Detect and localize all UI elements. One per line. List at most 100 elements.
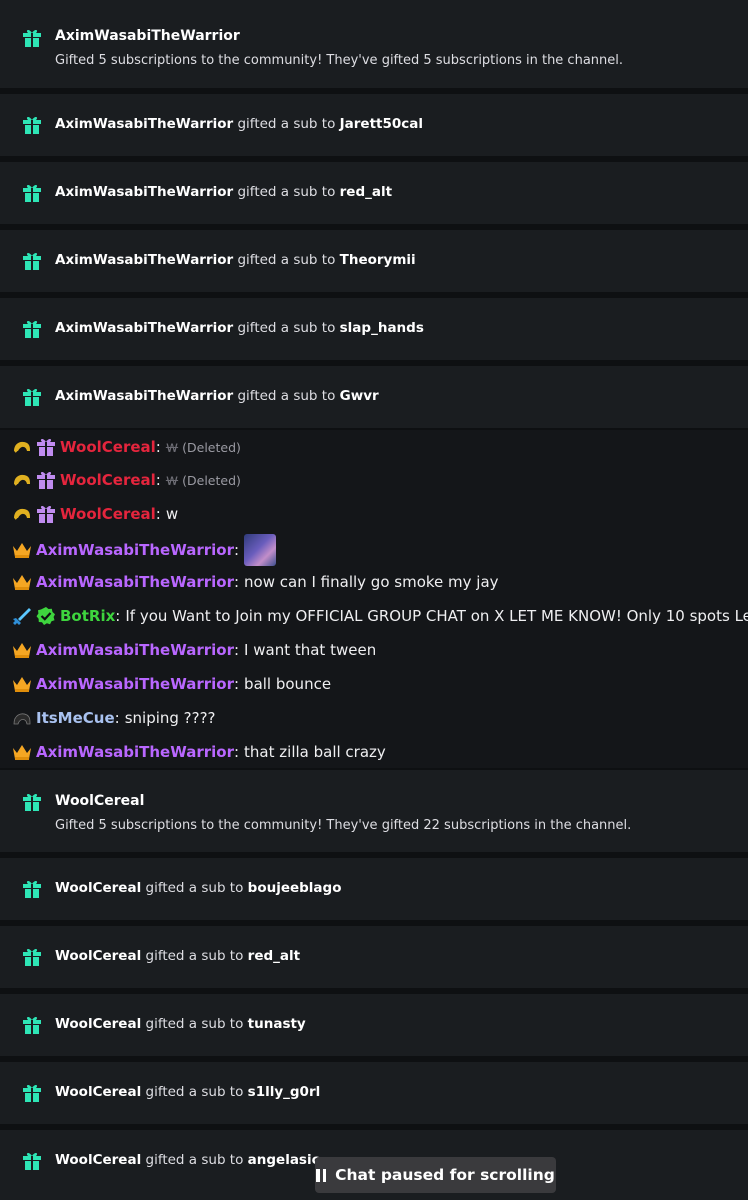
sub-gift-line: AximWasabiTheWarrior gifted a sub to red…: [55, 184, 392, 200]
hat-badge-icon: [12, 504, 32, 524]
hat-badge-icon: [12, 708, 32, 728]
recipient-name[interactable]: red_alt: [340, 184, 392, 200]
message-text: sniping ????: [124, 709, 216, 727]
sub-gift-line: AximWasabiTheWarrior gifted a sub to Jar…: [55, 116, 423, 132]
recipient-name[interactable]: tunasty: [248, 1016, 306, 1032]
message-text: If you Want to Join my OFFICIAL GROUP CH…: [125, 607, 748, 625]
chat-username[interactable]: AximWasabiTheWarrior: [36, 641, 234, 659]
message-text: that zilla ball crazy: [244, 743, 386, 761]
gift-icon: [22, 792, 42, 812]
chat-username[interactable]: BotRix: [60, 607, 115, 625]
colon: :: [155, 505, 161, 523]
recipient-name[interactable]: Theorymii: [340, 252, 416, 268]
deleted-label: (Deleted): [182, 472, 241, 488]
sub-gift-line: WoolCereal gifted a sub to tunasty: [55, 1016, 306, 1032]
gifter-name[interactable]: AximWasabiTheWarrior: [55, 28, 240, 44]
gift-verb: gifted a sub to: [233, 388, 340, 404]
gift-icon: [22, 879, 42, 899]
chat-message[interactable]: AximWasabiTheWarrior: ball bounce: [12, 669, 331, 699]
chat-username[interactable]: WoolCereal: [60, 438, 156, 456]
gifter-name[interactable]: AximWasabiTheWarrior: [55, 116, 233, 132]
hat-badge-icon: [12, 470, 32, 490]
recipient-name[interactable]: boujeeblago: [248, 880, 342, 896]
gift-verb: gifted a sub to: [233, 320, 340, 336]
gifter-name[interactable]: WoolCereal: [55, 880, 141, 896]
emote-image[interactable]: [244, 534, 277, 566]
gift-icon: [22, 28, 42, 48]
gifter-name[interactable]: AximWasabiTheWarrior: [55, 320, 233, 336]
gifter-name[interactable]: AximWasabiTheWarrior: [55, 184, 233, 200]
chat-message[interactable]: AximWasabiTheWarrior: that zilla ball cr…: [12, 737, 386, 767]
crown-badge-icon: [12, 540, 32, 560]
chat-message[interactable]: WoolCereal: w (Deleted): [12, 465, 241, 495]
chat-message[interactable]: WoolCereal: w (Deleted): [12, 432, 241, 462]
chat-message-list: WoolCereal: w (Deleted) WoolCereal: w (Del…: [0, 430, 748, 768]
chat-username[interactable]: AximWasabiTheWarrior: [36, 743, 234, 761]
gift-badge-icon: [36, 437, 56, 457]
colon: :: [233, 641, 240, 659]
gift-icon: [22, 115, 42, 135]
chat-username[interactable]: WoolCereal: [60, 505, 156, 523]
colon: :: [233, 675, 240, 693]
recipient-name[interactable]: angelasic: [248, 1152, 320, 1168]
gift-icon: [22, 1151, 42, 1171]
sub-gift-line: AximWasabiTheWarrior gifted a sub to sla…: [55, 320, 424, 336]
message-text: ball bounce: [244, 675, 332, 693]
gift-icon: [22, 1015, 42, 1035]
gift-icon: [22, 183, 42, 203]
gifter-name[interactable]: AximWasabiTheWarrior: [55, 252, 233, 268]
deleted-message-text: w: [165, 438, 179, 456]
sub-gift-line: AximWasabiTheWarrior gifted a sub to Gwv…: [55, 388, 379, 404]
crown-badge-icon: [12, 572, 32, 592]
chat-message[interactable]: AximWasabiTheWarrior:: [12, 533, 277, 567]
sub-gift-event: AximWasabiTheWarrior gifted a sub to Jar…: [0, 94, 748, 156]
recipient-name[interactable]: red_alt: [248, 948, 300, 964]
sub-gift-event: AximWasabiTheWarrior gifted a sub to sla…: [0, 298, 748, 360]
chat-username[interactable]: AximWasabiTheWarrior: [36, 541, 234, 559]
gifter-name[interactable]: AximWasabiTheWarrior: [55, 388, 233, 404]
sub-gift-line: WoolCereal gifted a sub to red_alt: [55, 948, 300, 964]
message-text: now can I finally go smoke my jay: [244, 573, 499, 591]
chat-username[interactable]: AximWasabiTheWarrior: [36, 675, 234, 693]
verified-badge-icon: [36, 606, 56, 626]
chat-paused-button[interactable]: Chat paused for scrolling: [315, 1157, 556, 1193]
gift-badge-icon: [36, 504, 56, 524]
sub-gift-line: WoolCereal gifted a sub to angelasic: [55, 1152, 320, 1168]
message-text: w: [165, 505, 179, 523]
chat-username[interactable]: AximWasabiTheWarrior: [36, 573, 234, 591]
gift-icon: [22, 387, 42, 407]
recipient-name[interactable]: Jarett50cal: [340, 116, 423, 132]
deleted-label: (Deleted): [182, 439, 241, 455]
gift-verb: gifted a sub to: [141, 1084, 248, 1100]
sub-gift-line: WoolCereal gifted a sub to boujeeblago: [55, 880, 341, 896]
colon: :: [114, 709, 120, 727]
chat-username[interactable]: ItsMeCue: [36, 709, 115, 727]
recipient-name[interactable]: slap_hands: [340, 320, 424, 336]
recipient-name[interactable]: s1lly_g0rl: [248, 1084, 321, 1100]
chat-message[interactable]: BotRix: If you Want to Join my OFFICIAL …: [12, 601, 748, 631]
colon: :: [233, 573, 240, 591]
chat-username[interactable]: WoolCereal: [60, 471, 156, 489]
community-gift-description: Gifted 5 subscriptions to the community!…: [55, 53, 624, 68]
sub-gift-event: WoolCereal gifted a sub to tunasty: [0, 994, 748, 1056]
gift-icon: [22, 1083, 42, 1103]
gift-icon: [22, 947, 42, 967]
chat-message[interactable]: AximWasabiTheWarrior: now can I finally …: [12, 567, 499, 597]
recipient-name[interactable]: Gwvr: [340, 388, 379, 404]
gifter-name[interactable]: WoolCereal: [55, 948, 141, 964]
gift-badge-icon: [36, 470, 56, 490]
gifter-name[interactable]: WoolCereal: [55, 1152, 141, 1168]
gifter-name[interactable]: WoolCereal: [55, 1084, 141, 1100]
crown-badge-icon: [12, 742, 32, 762]
chat-message[interactable]: WoolCereal: w: [12, 499, 178, 529]
community-gift-description: Gifted 5 subscriptions to the community!…: [55, 818, 632, 833]
gift-icon: [22, 251, 42, 271]
sub-gift-event: WoolCereal gifted a sub to red_alt: [0, 926, 748, 988]
gifter-name[interactable]: WoolCereal: [55, 793, 144, 809]
gifter-name[interactable]: WoolCereal: [55, 1016, 141, 1032]
gift-verb: gifted a sub to: [141, 880, 248, 896]
chat-message[interactable]: ItsMeCue: sniping ????: [12, 703, 216, 733]
chat-message[interactable]: AximWasabiTheWarrior: I want that tween: [12, 635, 376, 665]
crown-badge-icon: [12, 640, 32, 660]
sub-gift-event: AximWasabiTheWarrior gifted a sub to The…: [0, 230, 748, 292]
